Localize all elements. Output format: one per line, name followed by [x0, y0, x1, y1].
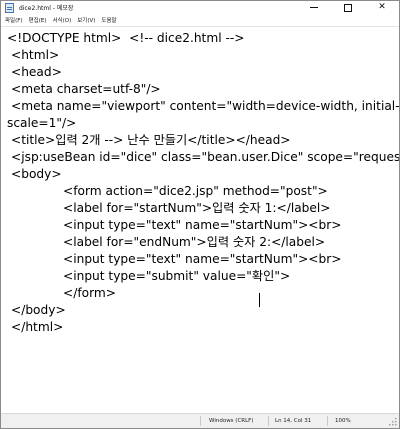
- notepad-icon: [5, 2, 14, 13]
- notepad-window: dice2.html - 메모장 ✕ 파일(F) 편집(E) 서식(O) 보기(…: [0, 0, 400, 429]
- menu-file[interactable]: 파일(F): [1, 16, 26, 24]
- window-title: dice2.html - 메모장: [19, 5, 74, 12]
- zoom-status: 100%: [335, 418, 351, 424]
- menu-format[interactable]: 서식(O): [49, 16, 74, 24]
- cursor-position-status: Ln 14, Col 31: [275, 418, 312, 424]
- code-line: <input type="submit" value="확인">: [63, 269, 291, 283]
- code-line: <html>: [11, 48, 60, 62]
- minimize-icon: [310, 7, 318, 8]
- resize-grip-icon[interactable]: [389, 418, 397, 426]
- close-icon: ✕: [378, 2, 386, 12]
- status-divider: [327, 416, 328, 426]
- code-line: </form>: [63, 286, 116, 300]
- code-line: <head>: [11, 65, 62, 79]
- title-bar[interactable]: dice2.html - 메모장 ✕: [1, 1, 399, 14]
- code-line: scale=1"/>: [7, 116, 77, 130]
- code-line: </body>: [11, 303, 66, 317]
- code-line: <label for="endNum">입력 숫자 2:</label>: [63, 235, 326, 249]
- minimize-button[interactable]: [297, 1, 331, 14]
- code-line: <meta name="viewport" content="width=dev…: [11, 99, 399, 113]
- menu-help[interactable]: 도움말: [98, 16, 119, 24]
- code-line: <body>: [11, 167, 62, 181]
- code-line: <jsp:useBean id="dice" class="bean.user.…: [11, 150, 399, 164]
- status-bar: Windows (CRLF) Ln 14, Col 31 100%: [1, 413, 399, 428]
- menu-bar: 파일(F) 편집(E) 서식(O) 보기(V) 도움말: [1, 14, 399, 25]
- code-line: <label for="startNum">입력 숫자 1:</label>: [63, 201, 331, 215]
- status-divider: [268, 416, 269, 426]
- code-line: <title>입력 2개 --> 난수 만들기</title></head>: [11, 133, 291, 147]
- status-divider: [200, 416, 201, 426]
- code-line: <meta charset=utf-8"/>: [11, 82, 161, 96]
- maximize-icon: [344, 3, 352, 12]
- window-controls: ✕: [297, 1, 399, 14]
- line-ending-status: Windows (CRLF): [209, 418, 254, 424]
- close-button[interactable]: ✕: [365, 1, 399, 14]
- code-line: <!DOCTYPE html> <!-- dice2.html -->: [7, 31, 245, 45]
- maximize-button[interactable]: [331, 1, 365, 14]
- code-line: </html>: [11, 320, 64, 334]
- text-editor[interactable]: <!DOCTYPE html> <!-- dice2.html --> <htm…: [1, 26, 399, 414]
- code-line: <input type="text" name="startNum"><br>: [63, 218, 342, 232]
- code-line: <input type="text" name="startNum"><br>: [63, 252, 342, 266]
- menu-view[interactable]: 보기(V): [74, 16, 98, 24]
- menu-edit[interactable]: 편집(E): [26, 16, 50, 24]
- text-caret: [259, 293, 260, 307]
- code-line: <form action="dice2.jsp" method="post">: [63, 184, 328, 198]
